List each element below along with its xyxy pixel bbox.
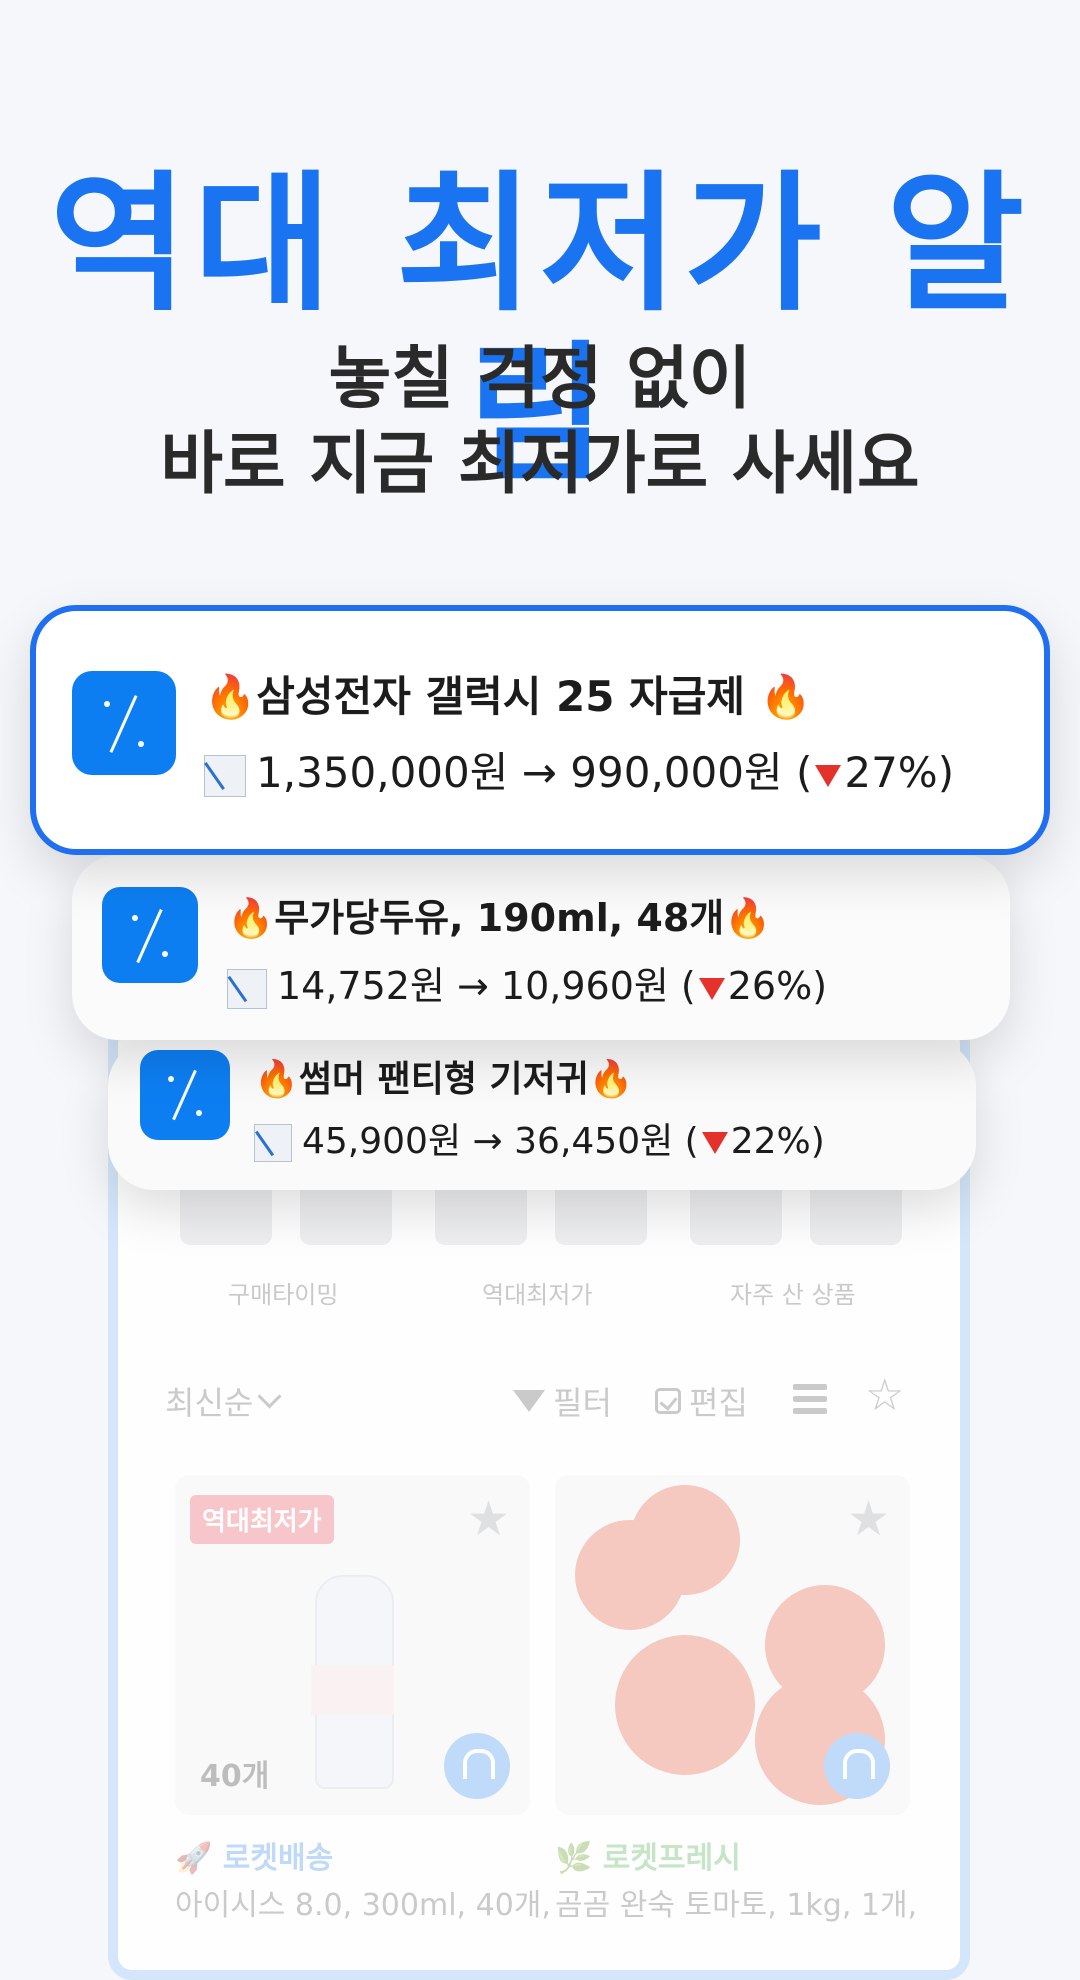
percent-app-icon [102, 887, 198, 983]
red-down-triangle-icon [701, 1132, 728, 1154]
list-view-button[interactable] [793, 1384, 827, 1414]
bell-icon[interactable] [824, 1733, 890, 1799]
product-name-2[interactable]: 곰곰 완숙 토마토, 1kg, 1개, [555, 1880, 917, 1924]
star-icon[interactable]: ★ [847, 1491, 890, 1547]
chevron-down-icon [257, 1383, 282, 1409]
sort-label: 최신순 [165, 1384, 254, 1422]
filter-label: 필터 [553, 1384, 612, 1422]
chart-decreasing-icon [254, 1124, 292, 1162]
notification-card-1[interactable]: 🔥삼성전자 갤럭시 25 자급제 🔥 1,350,000원 → 990,000원… [30, 605, 1050, 855]
price-change: 45,900원 → 36,450원 ( [302, 1121, 699, 1162]
discount-percent: 22%) [730, 1121, 825, 1162]
price-change: 14,752원 → 10,960원 ( [277, 964, 696, 1008]
product-count: 40개 [200, 1759, 270, 1794]
product-card-2[interactable]: ★ [555, 1475, 910, 1815]
red-down-triangle-icon [815, 764, 842, 787]
category-frequently-bought[interactable]: 자주 산 상품 [730, 1275, 856, 1310]
notification-card-3[interactable]: 🔥썸머 팬티형 기저귀🔥 45,900원 → 36,450원 ( 22%) [108, 1040, 976, 1190]
price-change: 1,350,000원 → 990,000원 ( [256, 748, 813, 797]
filter-button[interactable]: 필터 [513, 1378, 612, 1424]
lowest-price-badge: 역대최저가 [190, 1495, 334, 1544]
funnel-icon [513, 1390, 545, 1412]
rocket-fresh-label: 🌿 로켓프레시 [555, 1841, 741, 1876]
subline-1: 놓칠 걱정 없이 [328, 340, 752, 419]
notification-price: 45,900원 → 36,450원 ( 22%) [254, 1112, 825, 1164]
favorite-button[interactable]: ☆ [865, 1374, 904, 1418]
discount-percent: 27%) [844, 748, 955, 797]
product-card-1[interactable]: 역대최저가 ★ 40개 [175, 1475, 530, 1815]
star-icon: ☆ [865, 1370, 905, 1421]
chart-decreasing-icon [204, 754, 246, 797]
percent-app-icon [72, 671, 176, 775]
edit-button[interactable]: 편집 [655, 1378, 748, 1424]
sort-dropdown[interactable]: 최신순 [165, 1378, 282, 1424]
notification-price: 1,350,000원 → 990,000원 ( 27%) [204, 739, 954, 800]
product-name-1[interactable]: 아이시스 8.0, 300ml, 40개, [175, 1880, 551, 1924]
tomato-image [630, 1485, 740, 1595]
notification-title: 🔥썸머 팬티형 기저귀🔥 [254, 1059, 634, 1100]
discount-percent: 26%) [727, 964, 828, 1008]
red-down-triangle-icon [698, 977, 725, 1000]
notification-price: 14,752원 → 10,960원 ( 26%) [227, 955, 827, 1010]
percent-app-icon [140, 1050, 230, 1140]
notification-title: 🔥무가당두유, 190ml, 48개🔥 [227, 896, 772, 940]
list-view-icon [793, 1384, 827, 1414]
bell-icon[interactable] [444, 1733, 510, 1799]
notification-title: 🔥삼성전자 갤럭시 25 자급제 🔥 [204, 672, 812, 721]
notification-card-2[interactable]: 🔥무가당두유, 190ml, 48개🔥 14,752원 → 10,960원 ( 2… [72, 855, 1010, 1040]
bottle-label [311, 1665, 394, 1715]
subline-2: 바로 지금 최저가로 사세요 [160, 425, 920, 504]
edit-label: 편집 [689, 1384, 748, 1422]
rocket-delivery-label: 🚀 로켓배송 [175, 1841, 334, 1876]
category-buy-timing[interactable]: 구매타이밍 [228, 1275, 338, 1310]
list-toolbar: 최신순 필터 편집 ☆ [165, 1374, 925, 1424]
category-lowest-ever[interactable]: 역대최저가 [482, 1275, 592, 1310]
star-icon[interactable]: ★ [467, 1491, 510, 1547]
tomato-image [615, 1635, 755, 1775]
chart-decreasing-icon [227, 968, 267, 1009]
checkbox-icon [655, 1388, 681, 1414]
